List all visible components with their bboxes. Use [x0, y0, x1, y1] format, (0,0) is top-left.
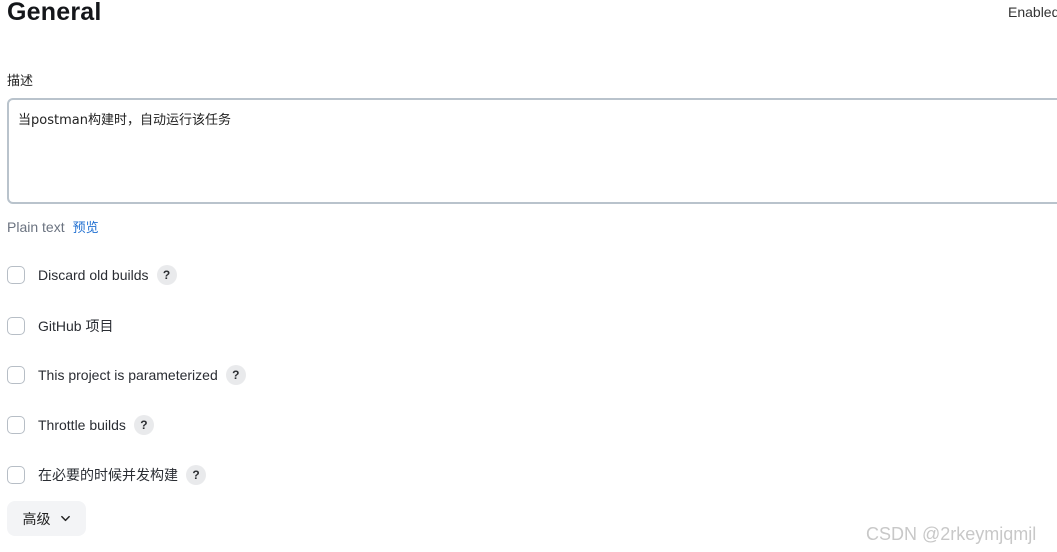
- option-label: 在必要的时候并发构建: [38, 467, 178, 483]
- plain-text-label: Plain text: [7, 218, 65, 235]
- help-icon[interactable]: ?: [186, 465, 206, 485]
- advanced-label: 高级: [22, 510, 51, 527]
- description-format-row: Plain text 预览: [7, 217, 99, 236]
- option-label: GitHub 项目: [38, 318, 114, 334]
- help-icon[interactable]: ?: [156, 265, 177, 285]
- general-config-page: General Enabled 描述 当postman构建时，自动运行该任务 P…: [0, 0, 1057, 552]
- option-discard-old-builds[interactable]: Discard old builds ?: [7, 265, 177, 285]
- help-icon[interactable]: ?: [225, 365, 246, 385]
- github-project-checkbox[interactable]: [7, 317, 25, 335]
- chevron-down-icon: [60, 515, 70, 522]
- option-label: Throttle builds: [38, 417, 126, 433]
- option-parameterized[interactable]: This project is parameterized ?: [7, 365, 246, 385]
- parameterized-checkbox[interactable]: [7, 366, 25, 384]
- concurrent-builds-checkbox[interactable]: [7, 466, 25, 484]
- option-throttle-builds[interactable]: Throttle builds ?: [7, 415, 154, 435]
- option-github-project[interactable]: GitHub 项目: [7, 316, 113, 336]
- option-label: Discard old builds: [38, 267, 149, 283]
- preview-link[interactable]: 预览: [73, 217, 99, 236]
- throttle-builds-checkbox[interactable]: [7, 416, 25, 434]
- description-textarea[interactable]: 当postman构建时，自动运行该任务: [7, 98, 1057, 204]
- description-label: 描述: [7, 73, 34, 88]
- section-title: General: [7, 0, 102, 26]
- enabled-toggle-label[interactable]: Enabled: [1008, 4, 1057, 20]
- advanced-button[interactable]: 高级: [7, 501, 86, 536]
- option-label: This project is parameterized: [38, 367, 218, 383]
- discard-old-builds-checkbox[interactable]: [7, 266, 25, 284]
- help-icon[interactable]: ?: [133, 415, 154, 435]
- option-concurrent-builds[interactable]: 在必要的时候并发构建 ?: [7, 465, 206, 485]
- watermark: CSDN @2rkeymjqmjl: [866, 524, 1037, 544]
